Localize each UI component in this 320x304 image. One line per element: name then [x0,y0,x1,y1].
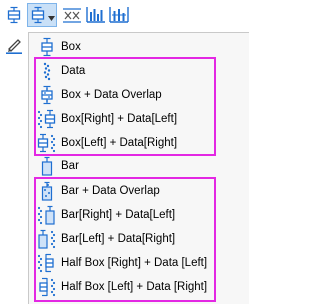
menu-item-data[interactable]: Data [36,60,246,82]
menu-item-label: Data [61,65,86,77]
menu-item-label: Bar + Data Overlap [61,185,160,197]
menu-item-label: Half Box [Left] + Data [Right] [61,281,208,293]
plot-toolbar [0,0,249,32]
menu-item-label: Bar [61,160,79,172]
menu-item-bar-right-data-left[interactable]: Bar[Right] + Data[Left] [36,204,246,226]
menu-item-half-box-right-data-left[interactable]: Half Box [Right] + Data [Left] [36,252,246,274]
bar-right-data-left-icon [37,205,55,225]
menu-item-box[interactable]: Box [36,36,246,58]
double-y-columns-icon [109,7,129,23]
menu-item-bar-data-overlap[interactable]: Bar + Data Overlap [36,180,246,202]
column-scatter-icon [63,8,81,23]
bar-icon [41,156,53,176]
grouped-columns-button[interactable] [85,3,107,27]
menu-item-label: Box[Left] + Data[Right] [61,137,178,149]
column-scatter-button[interactable] [61,3,83,27]
bar-data-overlap-icon [41,181,53,201]
box-left-data-right-icon [37,133,56,153]
side-toolbar [0,32,28,304]
menu-item-label: Bar[Right] + Data[Left] [61,209,176,221]
menu-item-box-right-data-left[interactable]: Box[Right] + Data[Left] [36,108,246,130]
box-right-data-left-icon [37,109,56,129]
menu-item-label: Box[Right] + Data[Left] [61,113,178,125]
box-chart-icon [7,6,21,24]
menu-item-box-data-overlap[interactable]: Box + Data Overlap [36,84,246,106]
double-y-columns-button[interactable] [108,3,130,27]
grouped-columns-icon [86,7,105,23]
box-icon [41,37,53,57]
box-chart-button[interactable] [3,3,25,27]
bar-left-data-right-icon [38,229,56,249]
pencil-icon[interactable] [5,36,23,54]
data-points-icon [43,62,51,81]
box-chart-type-menu: Box Data Box + Data Overlap Box[Right] +… [28,32,249,304]
half-box-left-data-right-icon [39,277,56,297]
menu-item-box-left-data-right[interactable]: Box[Left] + Data[Right] [36,132,246,154]
box-data-overlap-icon [41,85,53,105]
menu-item-label: Box + Data Overlap [61,89,162,101]
menu-item-half-box-left-data-right[interactable]: Half Box [Left] + Data [Right] [36,276,246,298]
box-chart-dropdown-icon [31,6,45,24]
menu-item-bar[interactable]: Bar [36,155,246,177]
menu-item-label: Half Box [Right] + Data [Left] [61,257,208,269]
menu-item-label: Bar[Left] + Data[Right] [61,233,176,245]
menu-item-bar-left-data-right[interactable]: Bar[Left] + Data[Right] [36,228,246,250]
box-chart-dropdown-button[interactable] [27,3,57,27]
menu-item-label: Box [61,41,81,53]
half-box-right-data-left-icon [37,253,54,273]
box-chart-menu-window: Box Data Box + Data Overlap Box[Right] +… [0,0,249,304]
chevron-down-icon [48,16,55,21]
